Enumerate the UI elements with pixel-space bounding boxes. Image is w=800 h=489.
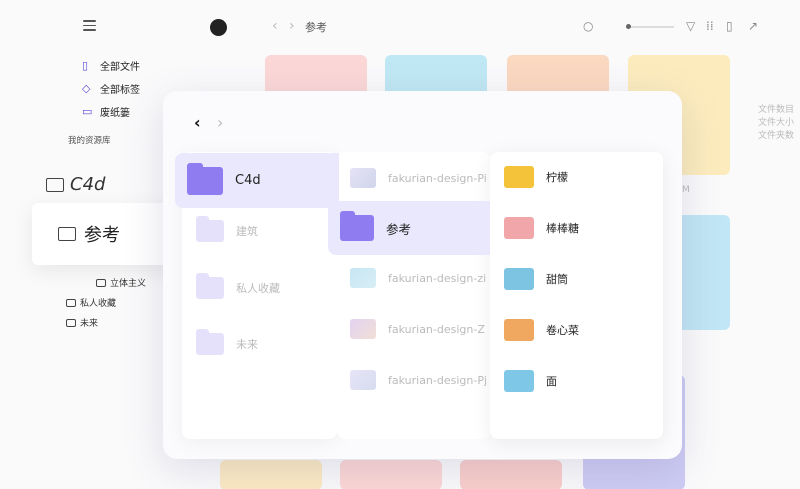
- cabbage-thumbnail: [504, 319, 534, 341]
- tree-item-cubism[interactable]: 立体主义: [96, 276, 146, 289]
- library-label: 我的资源库: [68, 136, 111, 146]
- sidebar-item-all-tags[interactable]: ◇ 全部标签: [82, 81, 140, 96]
- bg-card: [220, 460, 322, 489]
- tree-label: 私人收藏: [80, 299, 117, 309]
- folder-label: C4d: [235, 173, 261, 188]
- ghost-info-panel: 文件数目 文件大小 文件夹数: [758, 104, 794, 143]
- folder-row-reference[interactable]: 参考: [328, 201, 490, 255]
- zoom-slider[interactable]: [626, 24, 674, 29]
- folder-row-architecture[interactable]: 建筑: [196, 216, 258, 242]
- file-row[interactable]: fakurian-design-zi: [350, 267, 488, 289]
- back-arrow-icon[interactable]: ‹: [272, 18, 278, 34]
- forward-arrow-icon[interactable]: ›: [289, 18, 295, 34]
- ghost-file-size: 文件大小: [757, 118, 794, 128]
- folder-label: 未来: [236, 338, 258, 351]
- file-icon: ▯: [82, 58, 89, 72]
- tree-label: 未来: [80, 319, 99, 329]
- item-label: 柠檬: [546, 171, 568, 184]
- folder-icon: [196, 273, 224, 299]
- search-icon[interactable]: ○: [583, 19, 593, 33]
- tree-item-private[interactable]: 私人收藏: [66, 296, 116, 309]
- modal-forward-icon[interactable]: ›: [217, 113, 223, 132]
- tag-icon: ◇: [82, 81, 91, 95]
- folder-icon: [187, 162, 223, 195]
- tree-item-future[interactable]: 未来: [66, 316, 98, 329]
- slider-handle[interactable]: [626, 24, 631, 29]
- item-row-lollipop[interactable]: 棒棒糖: [504, 216, 579, 240]
- file-label: fakurian-design-zi: [388, 271, 487, 285]
- filter-icon[interactable]: ▽: [686, 19, 695, 33]
- lemon-thumbnail: [504, 166, 534, 188]
- sidebar-item-trash[interactable]: ▭ 废纸篓: [82, 104, 130, 119]
- folder-icon: [46, 177, 64, 192]
- menu-icon[interactable]: [83, 20, 96, 31]
- bg-card-caption: M: [682, 185, 690, 195]
- folder-label: 私人收藏: [236, 282, 280, 295]
- folder-label: 参考: [84, 225, 120, 246]
- ghost-folder-count: 文件夹数: [757, 131, 794, 141]
- open-external-icon[interactable]: ↗: [748, 19, 758, 33]
- folder-icon: [340, 211, 374, 241]
- item-label: 棒棒糖: [546, 222, 579, 235]
- modal-back-icon[interactable]: ‹: [194, 113, 201, 132]
- item-label: 面: [546, 375, 557, 388]
- grid-icon[interactable]: ⁞⁞: [706, 19, 714, 33]
- cone-thumbnail: [504, 268, 534, 290]
- item-row-noodles[interactable]: 面: [504, 369, 557, 393]
- item-row-lemon[interactable]: 柠檬: [504, 165, 568, 189]
- item-label: 甜筒: [546, 273, 568, 286]
- folder-icon: [58, 227, 76, 241]
- column-2: [337, 152, 490, 439]
- ghost-file-count: 文件数目: [757, 105, 794, 115]
- folder-label: 建筑: [236, 225, 258, 238]
- breadcrumb: 参考: [305, 21, 327, 34]
- avatar[interactable]: [210, 19, 227, 36]
- folder-label: C4d: [70, 174, 106, 195]
- item-label: 卷心菜: [546, 324, 579, 337]
- tree-label: 立体主义: [110, 279, 147, 289]
- sidebar-item-label: 全部文件: [100, 62, 140, 73]
- image-thumbnail: [350, 370, 376, 390]
- image-thumbnail: [350, 168, 376, 188]
- file-label: fakurian-design-Pi: [388, 171, 487, 185]
- image-thumbnail: [350, 268, 376, 288]
- folder-icon: [66, 298, 76, 307]
- folder-icon: [196, 329, 224, 355]
- folder-icon: [196, 216, 224, 242]
- item-row-cabbage[interactable]: 卷心菜: [504, 318, 579, 342]
- folder-label: 参考: [386, 221, 412, 237]
- bg-card: [340, 460, 442, 489]
- lollipop-thumbnail: [504, 217, 534, 239]
- sidebar-item-all-files[interactable]: ▯ 全部文件: [82, 58, 140, 73]
- folder-row-future[interactable]: 未来: [196, 329, 258, 355]
- folder-row-c4d[interactable]: C4d: [175, 153, 339, 208]
- folder-icon: [66, 318, 76, 327]
- file-label: fakurian-design-Pj: [388, 373, 488, 387]
- bg-card: [460, 460, 562, 489]
- sidebar-folder-c4d[interactable]: C4d: [46, 174, 105, 195]
- file-row[interactable]: fakurian-design-Z: [350, 318, 488, 340]
- file-label: fakurian-design-Z: [388, 322, 485, 336]
- noodles-thumbnail: [504, 370, 534, 392]
- image-thumbnail: [350, 319, 376, 339]
- stage: M 文件数目 文件大小 文件夹数 ▯ 全部文件 ◇ 全部标签 ▭ 废纸篓 我的资…: [0, 0, 800, 489]
- sidebar-item-label: 废纸篓: [100, 108, 130, 119]
- file-row[interactable]: fakurian-design-Pi: [350, 167, 488, 189]
- item-row-cone[interactable]: 甜筒: [504, 267, 568, 291]
- trash-icon: ▭: [82, 104, 93, 118]
- file-row[interactable]: fakurian-design-Pj: [350, 369, 488, 391]
- panel-icon[interactable]: ▯: [726, 19, 733, 33]
- column-3: [490, 152, 663, 439]
- sidebar-item-label: 全部标签: [100, 85, 140, 96]
- folder-icon: [96, 278, 106, 287]
- sidebar-folder-reference[interactable]: 参考: [32, 203, 182, 265]
- folder-row-private[interactable]: 私人收藏: [196, 273, 280, 299]
